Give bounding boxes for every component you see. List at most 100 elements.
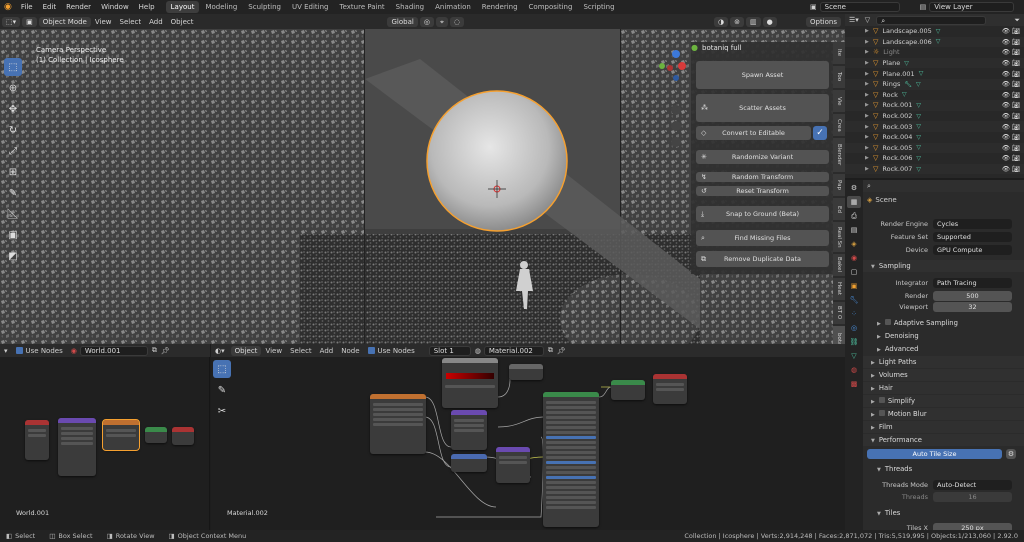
material-menu-select[interactable]: Select bbox=[286, 347, 316, 355]
outliner-expand-icon[interactable]: ▶ bbox=[865, 113, 869, 119]
render-camera-icon[interactable]: 📷︎ bbox=[1012, 133, 1020, 141]
outliner-expand-icon[interactable]: ▶ bbox=[865, 49, 869, 55]
outliner-expand-icon[interactable]: ▶ bbox=[865, 28, 869, 34]
menu-render[interactable]: Render bbox=[61, 3, 96, 11]
outliner-expand-icon[interactable]: ▶ bbox=[865, 155, 869, 161]
tab-scripting[interactable]: Scripting bbox=[578, 1, 619, 13]
simplify-checkbox[interactable] bbox=[878, 397, 885, 403]
sidebar-tab-create[interactable]: Crea bbox=[833, 114, 845, 136]
mat-node-normal-map[interactable] bbox=[496, 447, 530, 483]
adaptive-sampling-header[interactable]: ▶ Adaptive Sampling bbox=[863, 317, 1024, 329]
world-props-icon[interactable]: ◉ bbox=[847, 252, 861, 264]
performance-header[interactable]: ▼ Performance bbox=[863, 434, 1024, 446]
view-layer-selector[interactable]: View Layer bbox=[929, 2, 1015, 12]
view-layer-props-icon[interactable]: ▤ bbox=[847, 224, 861, 236]
film-header[interactable]: ▶ Film bbox=[863, 421, 1024, 433]
auto-tile-size-button[interactable]: Auto Tile Size bbox=[867, 449, 1002, 459]
mat-node-mix-shader[interactable] bbox=[611, 380, 645, 400]
mat-node-principled-bsdf[interactable] bbox=[543, 392, 599, 527]
volumes-header[interactable]: ▶ Volumes bbox=[863, 369, 1024, 381]
outliner-item[interactable]: ▶ ▽ Rock.006 ▽ 👁︎ 📷︎ bbox=[845, 153, 1024, 164]
world-node-output[interactable] bbox=[172, 427, 194, 445]
outliner-item[interactable]: ▶ ▽ Rock.001 ▽ 👁︎ 📷︎ bbox=[845, 100, 1024, 111]
world-node-texture[interactable] bbox=[25, 420, 49, 460]
convert-checkbox[interactable]: ✓ bbox=[813, 126, 827, 140]
measure-tool-icon[interactable]: 📐︎ bbox=[4, 205, 22, 223]
visibility-eye-icon[interactable]: 👁︎ bbox=[1002, 165, 1010, 173]
solid-shading-icon[interactable]: ● bbox=[762, 16, 777, 27]
threads-header[interactable]: ▼ Threads bbox=[863, 463, 1024, 475]
tab-animation[interactable]: Animation bbox=[430, 1, 476, 13]
light-paths-header[interactable]: ▶ Light Paths bbox=[863, 356, 1024, 368]
sidebar-tab-pap[interactable]: Pap bbox=[833, 174, 845, 196]
mat-node-math[interactable] bbox=[509, 364, 543, 380]
outliner-item[interactable]: ▶ ▽ Rock.005 ▽ 👁︎ 📷︎ bbox=[845, 142, 1024, 154]
scatter-assets-button[interactable]: ⁂ Scatter Assets bbox=[696, 94, 829, 122]
object-mode-dropdown[interactable]: Object Mode bbox=[38, 16, 91, 27]
tab-layout[interactable]: Layout bbox=[165, 1, 200, 13]
feature-set-dropdown[interactable]: Supported bbox=[933, 231, 1012, 242]
tab-rendering[interactable]: Rendering bbox=[477, 1, 523, 13]
tab-shading[interactable]: Shading bbox=[391, 1, 429, 13]
viewport-shading-icon[interactable]: ◑ bbox=[714, 16, 729, 27]
render-camera-icon[interactable]: 📷︎ bbox=[1012, 123, 1020, 131]
world-node-environment[interactable] bbox=[102, 419, 140, 451]
advanced-header[interactable]: ▶ Advanced bbox=[863, 343, 1024, 355]
world-name-field[interactable]: World.001 bbox=[79, 345, 148, 356]
convert-to-editable-button[interactable]: ◇ Convert to Editable bbox=[696, 126, 811, 140]
sidebar-tab-real-snow[interactable]: Real Sn bbox=[833, 222, 845, 252]
outliner-item[interactable]: ▶ ▽ Plane ▽ 👁︎ 📷︎ bbox=[845, 57, 1024, 69]
world-node-editor[interactable]: ▾ Use Nodes ◉ World.001 ⧉ 📌︎ World.001 bbox=[0, 344, 210, 530]
tab-sculpting[interactable]: Sculpting bbox=[243, 1, 286, 13]
integrator-dropdown[interactable]: Path Tracing bbox=[933, 277, 1012, 288]
viewport-menu-add[interactable]: Add bbox=[145, 18, 167, 26]
outliner-expand-icon[interactable]: ▶ bbox=[865, 145, 869, 151]
sidebar-tab-tool[interactable]: Too bbox=[833, 66, 845, 88]
menu-window[interactable]: Window bbox=[96, 3, 134, 11]
auto-tile-settings-icon[interactable]: ⚙ bbox=[1006, 449, 1016, 459]
sidebar-tab-blender[interactable]: Blender bbox=[833, 138, 845, 172]
viewport-menu-select[interactable]: Select bbox=[116, 18, 146, 26]
scene-selector[interactable]: Scene bbox=[819, 2, 900, 12]
collection-props-icon[interactable]: ▢ bbox=[847, 266, 861, 278]
render-camera-icon[interactable]: 📷︎ bbox=[1012, 48, 1020, 56]
properties-search-icon[interactable]: ⌕ bbox=[867, 182, 871, 191]
render-camera-icon[interactable]: 📷︎ bbox=[1012, 80, 1020, 88]
scale-tool-icon[interactable]: ⤢ bbox=[4, 142, 22, 160]
modifier-props-icon[interactable]: 🔧︎ bbox=[847, 294, 861, 306]
reset-transform-button[interactable]: ↺ Reset Transform bbox=[696, 186, 829, 196]
render-camera-icon[interactable]: 📷︎ bbox=[1012, 91, 1020, 99]
outliner-item[interactable]: ▶ ☼ Light 👁︎ 📷︎ bbox=[845, 47, 1024, 58]
material-pin-icon[interactable]: 📌︎ bbox=[557, 347, 566, 355]
sampling-panel-header[interactable]: ▼ Sampling bbox=[863, 260, 1024, 272]
outliner-expand-icon[interactable]: ▶ bbox=[865, 134, 869, 140]
outliner-item[interactable]: ▶ ▽ Rock.002 ▽ 👁︎ 📷︎ bbox=[845, 111, 1024, 122]
world-node-view-icon[interactable]: ▾ bbox=[0, 347, 12, 355]
render-camera-icon[interactable]: 📷︎ bbox=[1012, 27, 1020, 35]
visibility-eye-icon[interactable]: 👁︎ bbox=[1002, 48, 1010, 56]
mat-node-mix[interactable] bbox=[451, 410, 487, 450]
menu-edit[interactable]: Edit bbox=[38, 3, 62, 11]
mat-node-image-texture[interactable] bbox=[370, 394, 426, 454]
mat-node-material-output[interactable] bbox=[653, 374, 687, 404]
visibility-eye-icon[interactable]: 👁︎ bbox=[1002, 123, 1010, 131]
world-use-nodes-checkbox[interactable] bbox=[15, 347, 23, 354]
material-object-dropdown[interactable]: Object bbox=[230, 345, 262, 356]
sidebar-tab-item[interactable]: Ite bbox=[833, 42, 845, 64]
outliner-expand-icon[interactable]: ▶ bbox=[865, 71, 869, 77]
extra-tool-icon[interactable]: ◩ bbox=[4, 247, 22, 265]
mat-node-color-ramp[interactable] bbox=[442, 358, 498, 408]
navigation-gizmo[interactable] bbox=[652, 44, 688, 154]
viewport-options-button[interactable]: Options bbox=[805, 16, 841, 27]
find-missing-files-button[interactable]: ⌕ Find Missing Files bbox=[696, 230, 829, 246]
proportional-edit-icon[interactable]: ◌ bbox=[449, 16, 464, 27]
world-use-nodes-toggle[interactable]: Use Nodes bbox=[12, 347, 67, 355]
move-tool-icon[interactable]: ✥ bbox=[4, 100, 22, 118]
data-props-icon[interactable]: ▽ bbox=[847, 350, 861, 362]
sidebar-tab-bake[interactable]: Bakel bbox=[833, 254, 845, 276]
constraints-props-icon[interactable]: ⛓ bbox=[847, 336, 861, 348]
render-camera-icon[interactable]: 📷︎ bbox=[1012, 38, 1020, 46]
outliner-expand-icon[interactable]: ▶ bbox=[865, 102, 869, 108]
outliner-item[interactable]: ▶ ▽ Rings 🔧︎ ▽ 👁︎ 📷︎ bbox=[845, 78, 1024, 90]
visibility-eye-icon[interactable]: 👁︎ bbox=[1002, 144, 1010, 152]
